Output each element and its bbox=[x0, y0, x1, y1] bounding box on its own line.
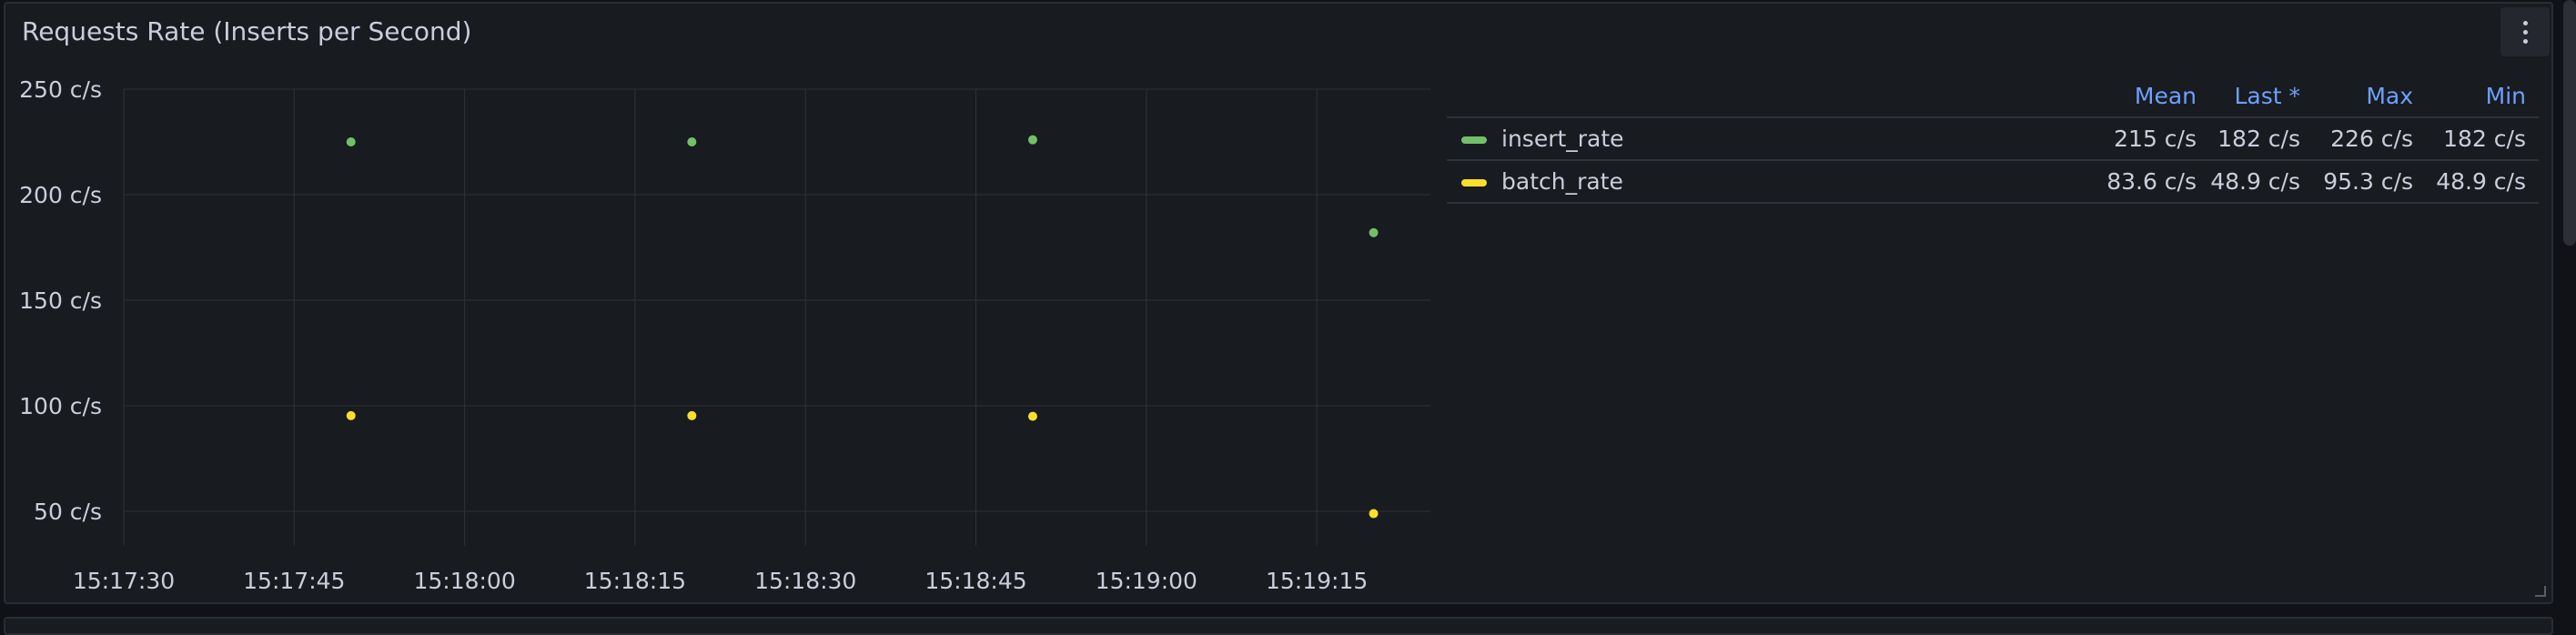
x-tick-label: 15:18:45 bbox=[924, 568, 1026, 594]
legend-last-insert-rate: 182 c/s bbox=[2209, 117, 2313, 161]
legend-mean-insert-rate: 215 c/s bbox=[2060, 117, 2209, 161]
x-tick-label: 15:19:15 bbox=[1266, 568, 1368, 594]
panel-menu-button[interactable] bbox=[2500, 7, 2550, 56]
legend-series-name[interactable]: batch_rate bbox=[1447, 160, 2060, 204]
x-tick-label: 15:18:15 bbox=[584, 568, 686, 594]
x-tick-label: 15:17:45 bbox=[243, 568, 345, 594]
y-tick-label: 50 c/s bbox=[34, 499, 102, 525]
y-tick-label: 200 c/s bbox=[19, 182, 102, 208]
next-panel-edge bbox=[4, 617, 2553, 635]
y-tick-label: 100 c/s bbox=[19, 393, 102, 419]
page-scrollbar[interactable] bbox=[2563, 0, 2576, 246]
legend-min-insert-rate: 182 c/s bbox=[2426, 117, 2539, 161]
chart-panel: Requests Rate (Inserts per Second) 50 c/… bbox=[4, 2, 2553, 604]
legend-last-batch-rate: 48.9 c/s bbox=[2209, 160, 2313, 204]
legend-label-insert-rate[interactable]: insert_rate bbox=[1501, 126, 1624, 152]
batch-rate-point bbox=[687, 410, 697, 420]
x-tick-label: 15:18:30 bbox=[754, 568, 856, 594]
insert-rate-point bbox=[1369, 227, 1379, 237]
scatter-chart: 50 c/s 100 c/s 150 c/s 200 c/s 250 c/s 15:17:… bbox=[19, 76, 1430, 594]
legend-min-batch-rate: 48.9 c/s bbox=[2426, 160, 2539, 204]
legend-max-batch-rate: 95.3 c/s bbox=[2313, 160, 2426, 204]
x-tick-label: 15:19:00 bbox=[1096, 568, 1197, 594]
insert-rate-point bbox=[1027, 135, 1037, 145]
y-tick-label: 250 c/s bbox=[19, 76, 102, 103]
legend-label-batch-rate[interactable]: batch_rate bbox=[1501, 168, 1623, 195]
legend-series-name[interactable]: insert_rate bbox=[1447, 117, 2060, 161]
more-vertical-icon bbox=[2522, 20, 2528, 44]
legend-name-header bbox=[1447, 75, 2060, 118]
legend-header-max[interactable]: Max bbox=[2313, 75, 2426, 118]
legend-row-insert-rate[interactable]: insert_rate 215 c/s 182 c/s 226 c/s 182 … bbox=[1447, 117, 2539, 161]
batch-rate-point bbox=[1027, 411, 1037, 421]
insert-rate-point bbox=[346, 137, 356, 146]
legend-header-last[interactable]: Last * bbox=[2209, 75, 2313, 118]
x-tick-label: 15:17:30 bbox=[73, 568, 175, 594]
legend-row-batch-rate[interactable]: batch_rate 83.6 c/s 48.9 c/s 95.3 c/s 48… bbox=[1447, 160, 2539, 204]
x-tick-label: 15:18:00 bbox=[413, 568, 515, 594]
legend-table: Mean Last * Max Min insert_rate 215 c/s … bbox=[1447, 75, 2539, 204]
insert-rate-swatch bbox=[1461, 136, 1487, 144]
insert-rate-point bbox=[687, 137, 697, 146]
batch-rate-swatch bbox=[1461, 179, 1487, 186]
legend-header-row: Mean Last * Max Min bbox=[1447, 75, 2539, 118]
resize-handle-icon[interactable] bbox=[2535, 586, 2546, 597]
legend-header-min[interactable]: Min bbox=[2426, 75, 2539, 118]
y-tick-label: 150 c/s bbox=[19, 287, 102, 314]
legend-header-mean[interactable]: Mean bbox=[2060, 75, 2209, 118]
legend-mean-batch-rate: 83.6 c/s bbox=[2060, 160, 2209, 204]
batch-rate-point bbox=[1369, 509, 1379, 519]
legend-max-insert-rate: 226 c/s bbox=[2313, 117, 2426, 161]
batch-rate-point bbox=[346, 410, 356, 420]
